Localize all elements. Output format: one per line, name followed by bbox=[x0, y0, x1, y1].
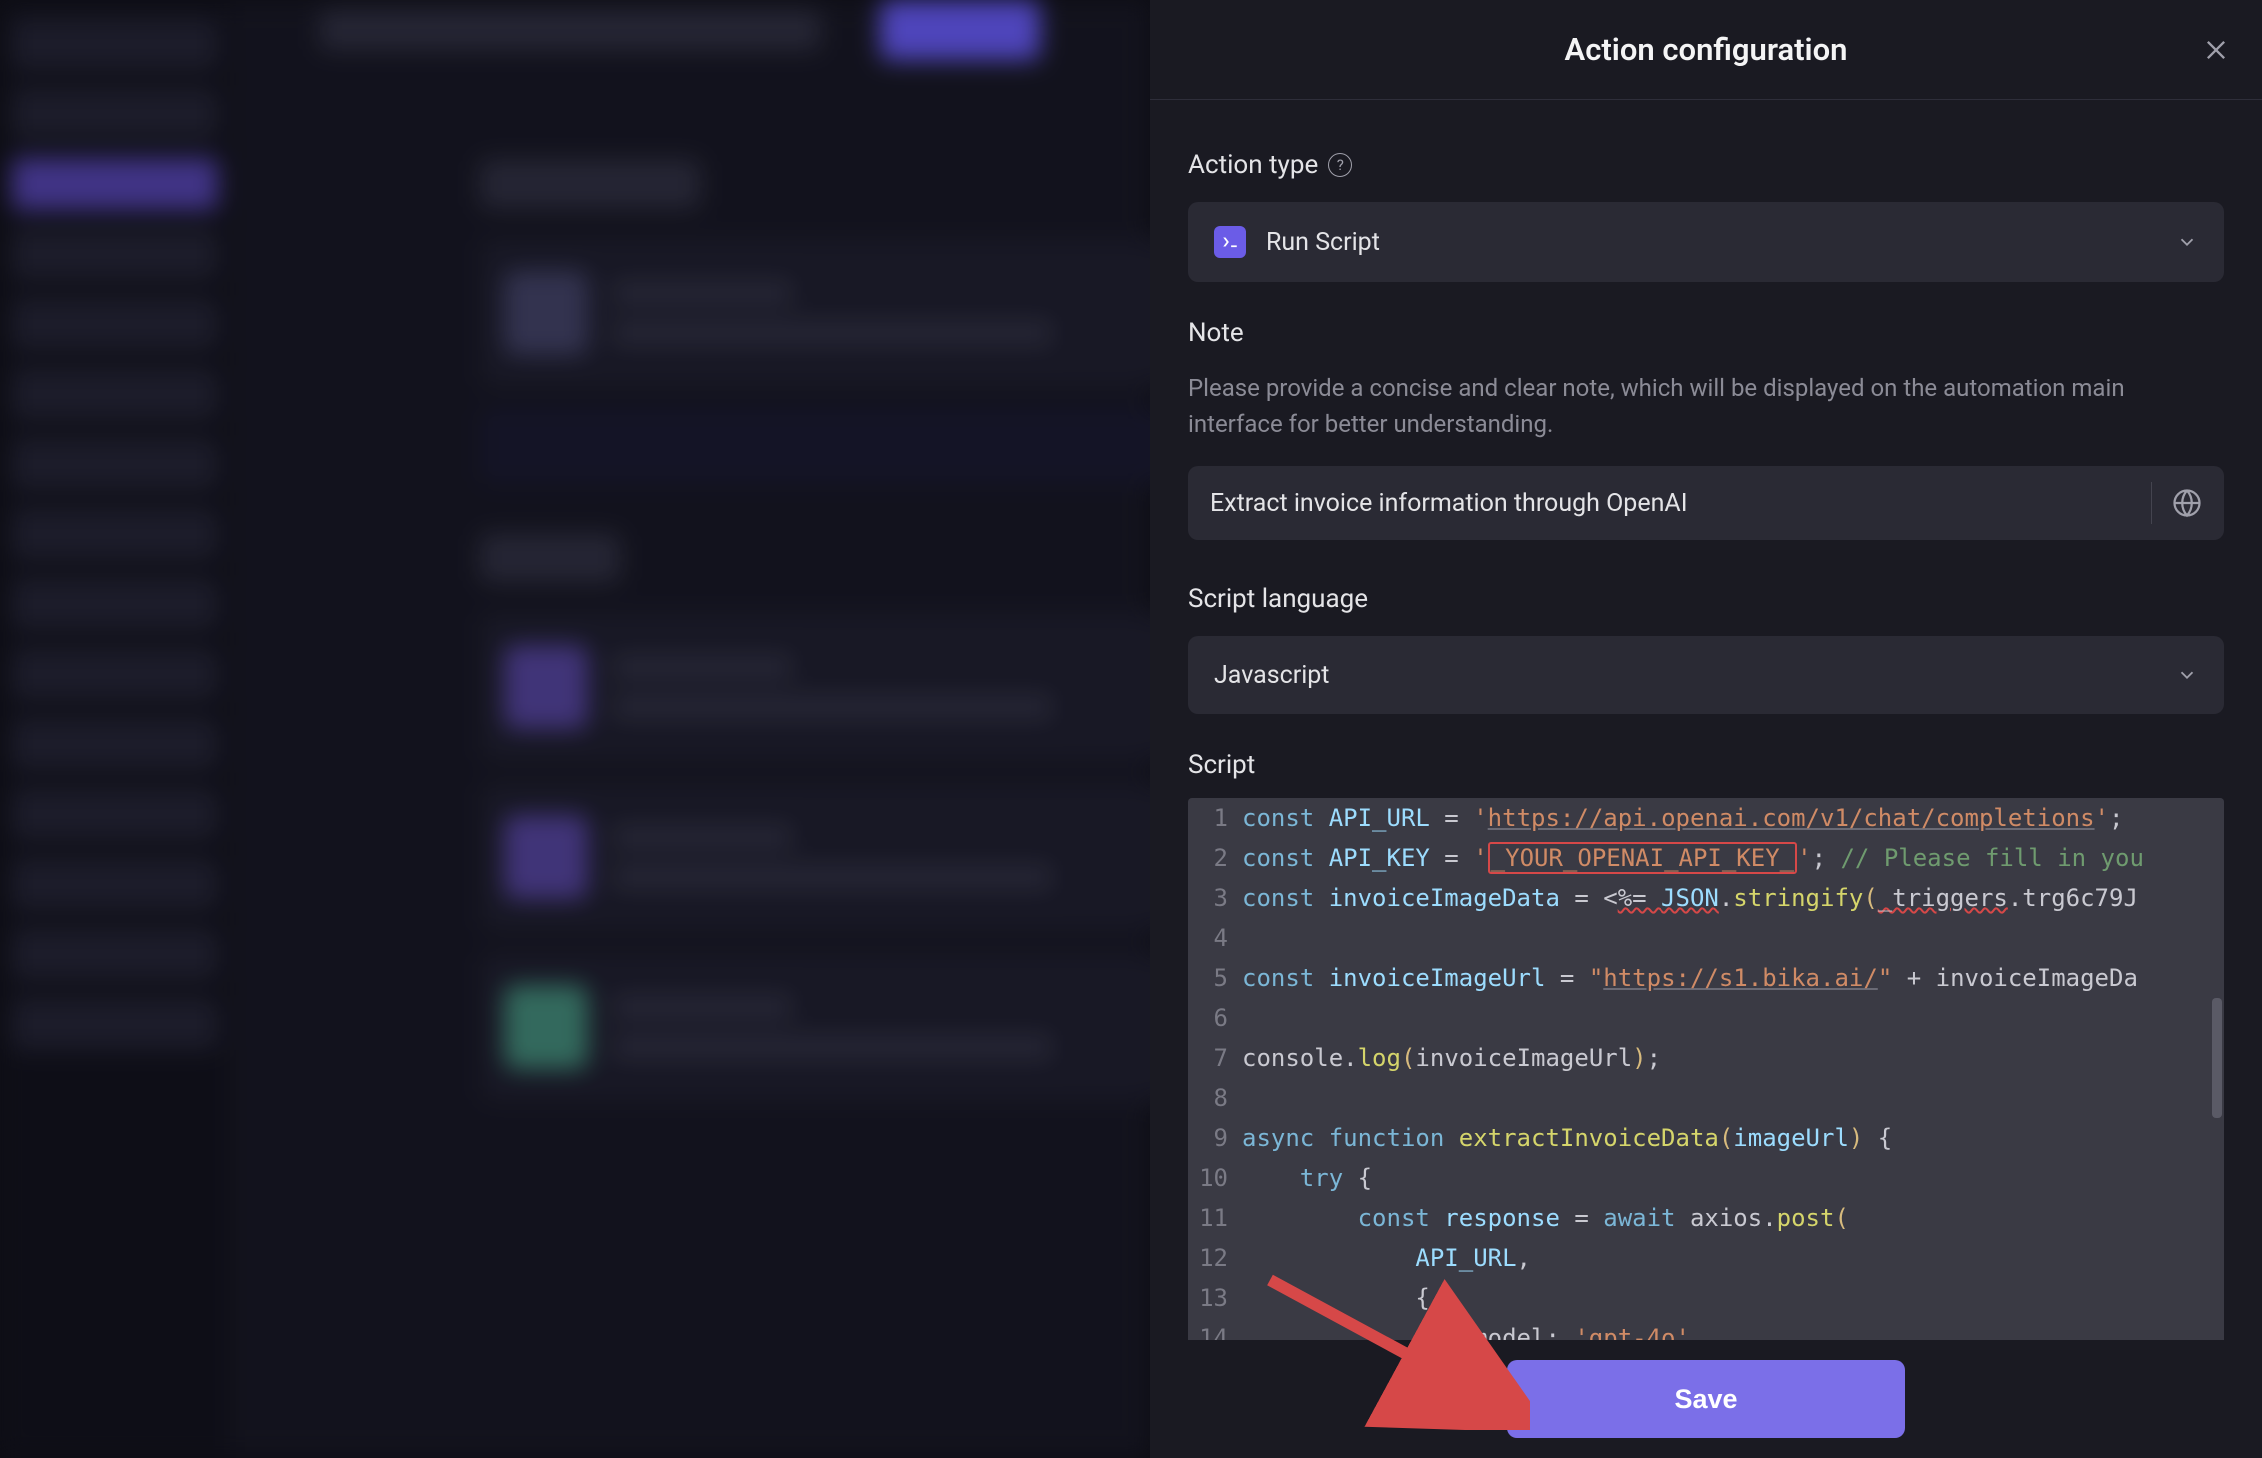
code-line: 7console.log(invoiceImageUrl); bbox=[1188, 1038, 2224, 1078]
code-line: 5const invoiceImageUrl = "https://s1.bik… bbox=[1188, 958, 2224, 998]
action-type-label: Action type ? bbox=[1188, 150, 2224, 180]
line-number: 4 bbox=[1188, 918, 1242, 958]
code-content: async function extractInvoiceData(imageU… bbox=[1242, 1118, 2224, 1158]
line-number: 5 bbox=[1188, 958, 1242, 998]
script-language-select[interactable]: Javascript bbox=[1188, 636, 2224, 714]
code-line: 9async function extractInvoiceData(image… bbox=[1188, 1118, 2224, 1158]
code-line: 8 bbox=[1188, 1078, 2224, 1118]
line-number: 10 bbox=[1188, 1158, 1242, 1198]
code-content: API_URL, bbox=[1242, 1238, 2224, 1278]
code-line: 14 model: 'gpt-4o', bbox=[1188, 1318, 2224, 1340]
code-line: 2const API_KEY = '_YOUR_OPENAI_API_KEY_'… bbox=[1188, 838, 2224, 878]
panel-body: Action type ? Run Script Note Please pro… bbox=[1150, 100, 2262, 1340]
code-editor[interactable]: 1const API_URL = 'https://api.openai.com… bbox=[1188, 798, 2224, 1340]
action-type-select[interactable]: Run Script bbox=[1188, 202, 2224, 282]
code-content: const invoiceImageUrl = "https://s1.bika… bbox=[1242, 958, 2224, 998]
panel-footer: Save bbox=[1150, 1340, 2262, 1458]
line-number: 3 bbox=[1188, 878, 1242, 918]
close-button[interactable] bbox=[2202, 36, 2230, 64]
line-number: 1 bbox=[1188, 798, 1242, 838]
line-number: 6 bbox=[1188, 998, 1242, 1038]
code-line: 6 bbox=[1188, 998, 2224, 1038]
line-number: 14 bbox=[1188, 1318, 1242, 1340]
code-content: model: 'gpt-4o', bbox=[1242, 1318, 2224, 1340]
note-input[interactable]: Extract invoice information through Open… bbox=[1188, 466, 2224, 540]
code-content: { bbox=[1242, 1278, 2224, 1318]
line-number: 12 bbox=[1188, 1238, 1242, 1278]
help-icon[interactable]: ? bbox=[1328, 153, 1352, 177]
code-line: 10 try { bbox=[1188, 1158, 2224, 1198]
close-icon bbox=[2202, 36, 2230, 64]
code-line: 4 bbox=[1188, 918, 2224, 958]
line-number: 11 bbox=[1188, 1198, 1242, 1238]
code-line: 1const API_URL = 'https://api.openai.com… bbox=[1188, 798, 2224, 838]
line-number: 9 bbox=[1188, 1118, 1242, 1158]
globe-icon[interactable] bbox=[2172, 488, 2202, 518]
minimap-slider[interactable] bbox=[2212, 998, 2222, 1118]
line-number: 8 bbox=[1188, 1078, 1242, 1118]
note-value: Extract invoice information through Open… bbox=[1210, 489, 2131, 518]
run-script-icon bbox=[1214, 226, 1246, 258]
code-content: console.log(invoiceImageUrl); bbox=[1242, 1038, 2224, 1078]
script-language-value: Javascript bbox=[1214, 661, 2176, 690]
minimap[interactable] bbox=[2198, 798, 2224, 1340]
code-line: 13 { bbox=[1188, 1278, 2224, 1318]
code-content bbox=[1242, 918, 2224, 958]
code-line: 11 const response = await axios.post( bbox=[1188, 1198, 2224, 1238]
code-line: 12 API_URL, bbox=[1188, 1238, 2224, 1278]
panel-title: Action configuration bbox=[1565, 31, 1848, 68]
code-content: const API_URL = 'https://api.openai.com/… bbox=[1242, 798, 2224, 838]
note-help: Please provide a concise and clear note,… bbox=[1188, 370, 2224, 442]
input-divider bbox=[2151, 482, 2152, 524]
code-content: const invoiceImageData = <%= JSON.string… bbox=[1242, 878, 2224, 918]
code-content: try { bbox=[1242, 1158, 2224, 1198]
chevron-down-icon bbox=[2176, 664, 2198, 686]
panel-header: Action configuration bbox=[1150, 0, 2262, 100]
line-number: 2 bbox=[1188, 838, 1242, 878]
script-language-label: Script language bbox=[1188, 584, 2224, 614]
line-number: 13 bbox=[1188, 1278, 1242, 1318]
script-label: Script bbox=[1188, 750, 2224, 780]
chevron-down-icon bbox=[2176, 231, 2198, 253]
action-type-value: Run Script bbox=[1266, 228, 2176, 257]
note-label: Note bbox=[1188, 318, 2224, 348]
code-line: 3const invoiceImageData = <%= JSON.strin… bbox=[1188, 878, 2224, 918]
code-content bbox=[1242, 998, 2224, 1038]
code-content: const API_KEY = '_YOUR_OPENAI_API_KEY_';… bbox=[1242, 838, 2224, 878]
line-number: 7 bbox=[1188, 1038, 1242, 1078]
action-config-panel: Action configuration Action type ? Run S… bbox=[1150, 0, 2262, 1458]
code-content: const response = await axios.post( bbox=[1242, 1198, 2224, 1238]
code-content bbox=[1242, 1078, 2224, 1118]
blurred-background bbox=[0, 0, 1150, 1458]
save-button[interactable]: Save bbox=[1507, 1360, 1905, 1438]
